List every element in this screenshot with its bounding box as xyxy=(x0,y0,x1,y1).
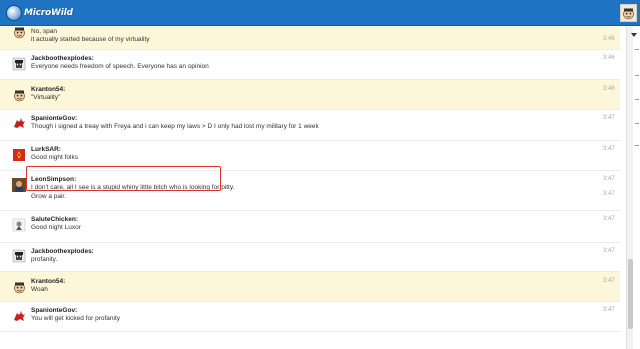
soldier-avatar-icon xyxy=(12,57,26,71)
face-avatar-icon xyxy=(12,280,26,294)
message-username[interactable]: SaluteChicken: xyxy=(31,216,78,223)
message-time: 3:46 xyxy=(603,86,615,92)
chat-message: LurkSAR: Good night folks 3:47 xyxy=(0,141,620,171)
red-dragon-avatar-icon xyxy=(12,116,26,130)
message-text: Though i signed a treay with Freya and i… xyxy=(31,123,319,130)
chat-feed[interactable]: No, span it actually started because of … xyxy=(0,27,620,349)
message-time: 3:47 xyxy=(603,191,615,197)
message-time: 3:46 xyxy=(603,36,615,42)
message-text: Everyone needs freedom of speech. Everyo… xyxy=(31,63,209,70)
message-text: You will get kicked for profanity xyxy=(31,315,121,322)
message-username[interactable]: Jackboothexplodes: xyxy=(31,248,94,255)
chat-message: LeonSimpson: I don't care, all I see is … xyxy=(0,171,620,211)
message-text: Good night folks xyxy=(31,154,78,161)
message-username[interactable]: LurkSAR: xyxy=(31,146,61,153)
chat-message: Kranton54: "Virtuality" 3:46 xyxy=(0,80,620,110)
side-panel xyxy=(628,27,640,349)
chat-message: Jackboothexplodes: Everyone needs freedo… xyxy=(0,50,620,80)
side-divider xyxy=(635,49,639,50)
message-time: 3:46 xyxy=(603,55,615,61)
message-time: 3:47 xyxy=(603,115,615,121)
chat-message: No, span it actually started because of … xyxy=(0,27,620,50)
message-username[interactable]: Kranton54: xyxy=(31,278,65,285)
message-text: I don't care, all I see is a stupid whin… xyxy=(31,184,235,191)
chat-message: SpanionteGov: Though i signed a treay wi… xyxy=(0,110,620,141)
message-username[interactable]: Kranton54: xyxy=(31,86,65,93)
side-divider xyxy=(635,145,639,146)
face-avatar-icon xyxy=(12,88,26,102)
chat-message: SpanionteGov: You will get kicked for pr… xyxy=(0,302,620,332)
logo-text: MicroWild xyxy=(24,8,73,18)
face-icon xyxy=(623,8,634,19)
side-divider xyxy=(635,75,639,76)
message-time: 3:47 xyxy=(603,146,615,152)
user-avatar[interactable] xyxy=(620,4,637,22)
message-time: 3:47 xyxy=(603,278,615,284)
message-username[interactable]: SpanionteGov: xyxy=(31,115,77,122)
message-username[interactable]: SpanionteGov: xyxy=(31,307,77,314)
microwild-logo[interactable]: MicroWild xyxy=(6,3,73,23)
message-time: 3:47 xyxy=(603,176,615,182)
message-text: Grow a pair. xyxy=(31,193,67,200)
message-text: No, span xyxy=(31,28,58,35)
face-avatar-icon xyxy=(12,27,26,39)
message-time: 3:47 xyxy=(603,307,615,313)
globe-icon xyxy=(6,5,22,21)
soldier-avatar-icon xyxy=(12,249,26,263)
message-text: Woah xyxy=(31,286,48,293)
message-text: it actually started because of my virtua… xyxy=(31,36,150,43)
message-time: 3:47 xyxy=(603,248,615,254)
chat-message: SaluteChicken: Good night Luxor 3:47 xyxy=(0,211,620,243)
side-divider xyxy=(635,99,639,100)
photo-avatar-icon xyxy=(12,178,26,192)
message-username[interactable]: LeonSimpson: xyxy=(31,176,76,183)
message-text: "Virtuality" xyxy=(31,94,61,101)
message-text: profanity. xyxy=(31,256,58,263)
red-dragon-avatar-icon xyxy=(12,309,26,323)
message-username[interactable]: Jackboothexplodes: xyxy=(31,55,94,62)
chat-message: Jackboothexplodes: profanity. 3:47 xyxy=(0,243,620,272)
top-bar: MicroWild xyxy=(0,0,640,26)
flag-avatar-icon xyxy=(12,148,26,162)
side-divider xyxy=(635,123,639,124)
dropdown-arrow-icon[interactable] xyxy=(631,33,637,37)
chat-message: Kranton54: Woah 3:47 xyxy=(0,272,620,302)
chicken-avatar-icon xyxy=(12,218,26,232)
message-text: Good night Luxor xyxy=(31,224,81,231)
message-time: 3:47 xyxy=(603,216,615,222)
